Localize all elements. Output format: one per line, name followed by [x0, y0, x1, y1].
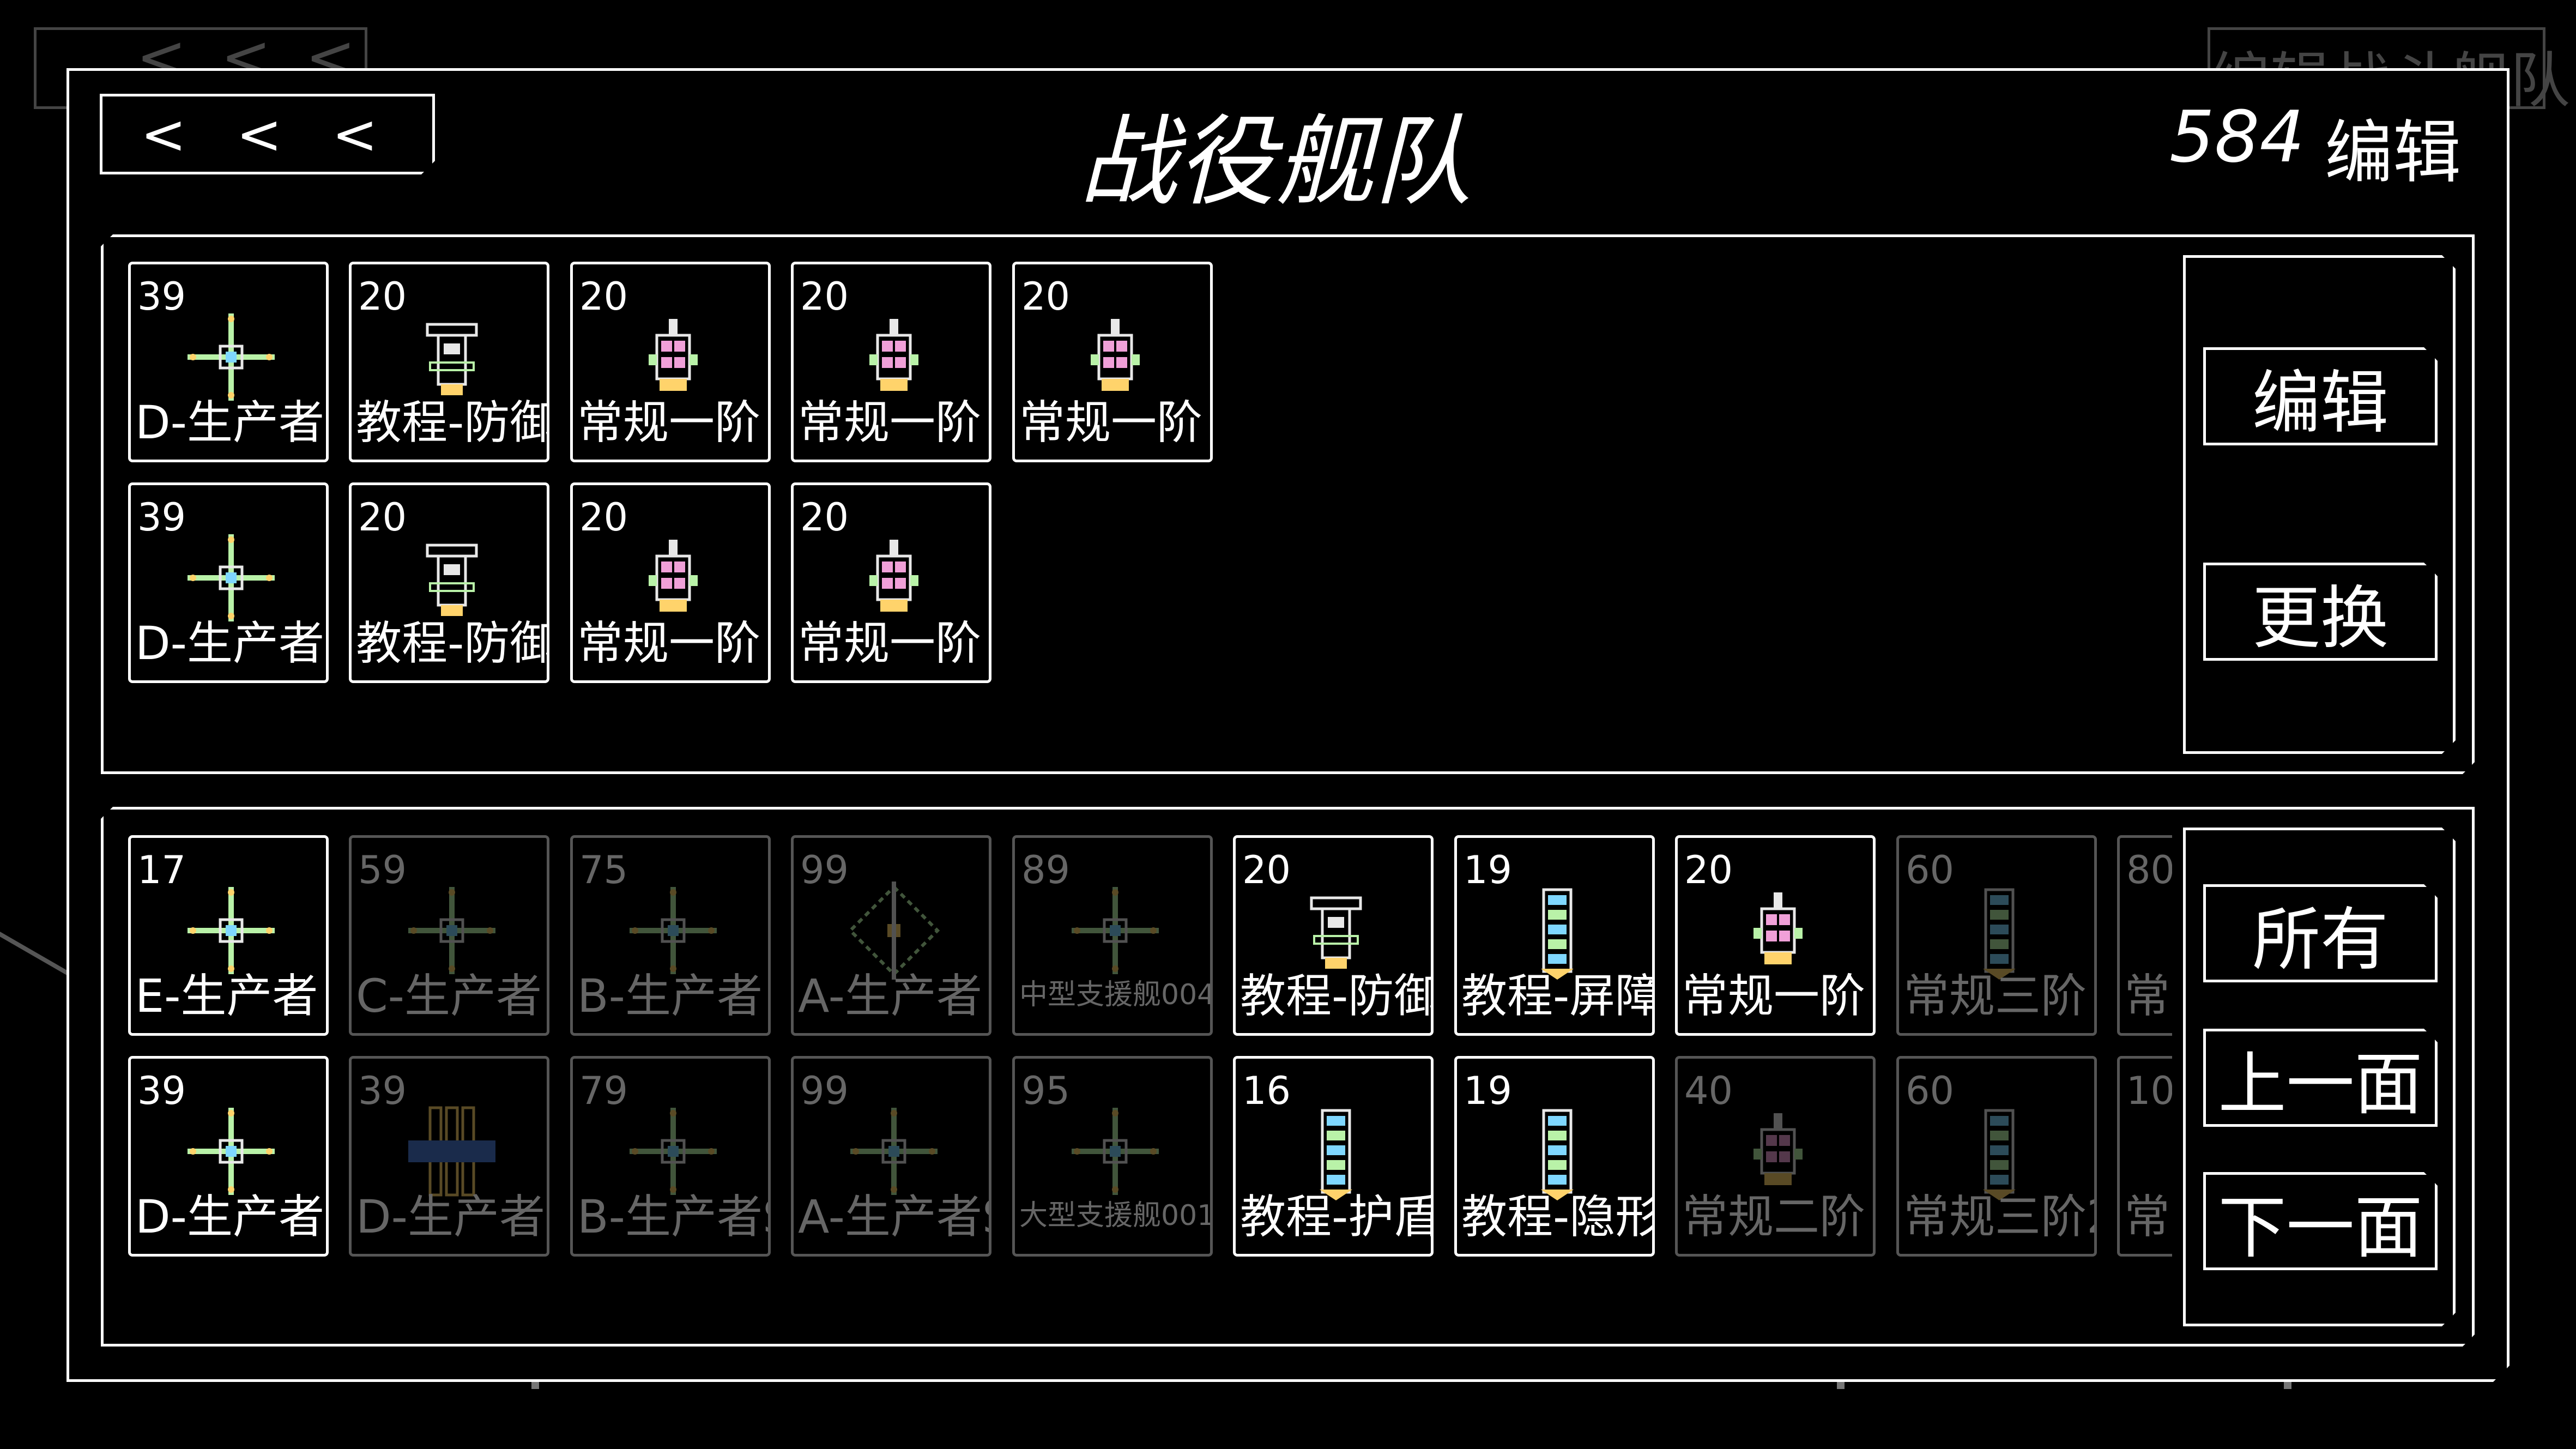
ship-name: D-生产者: [135, 1190, 324, 1243]
storage-ship-card[interactable]: 99 A-生产者: [791, 835, 991, 1036]
next-page-button[interactable]: 下一面: [2203, 1172, 2438, 1270]
ship-name: D-生产者S: [356, 1190, 547, 1243]
ship-name: 大型支援舰001: [1019, 1199, 1213, 1232]
storage-ship-card[interactable]: 17 E-生产者: [128, 835, 329, 1036]
prev-page-button[interactable]: 上一面: [2203, 1029, 2438, 1127]
storage-ship-card[interactable]: 19 教程-屏障: [1454, 835, 1655, 1036]
storage-ship-card[interactable]: 20 常规一阶: [1675, 835, 1876, 1036]
storage-ship-card[interactable]: 80 常: [2117, 835, 2172, 1036]
ship-name: 常规二阶: [1682, 1190, 1866, 1243]
resource-count: 584: [2169, 95, 2305, 178]
ship-name: 教程-隐形: [1461, 1190, 1655, 1243]
ship-name: C-生产者: [356, 969, 542, 1023]
ship-name: B-生产者S: [577, 1190, 771, 1243]
storage-ship-card[interactable]: 19 教程-隐形: [1454, 1056, 1655, 1257]
storage-ship-card[interactable]: 60 常规三阶2: [1896, 1056, 2097, 1257]
storage-ship-card[interactable]: 39D-生产者S: [349, 1056, 549, 1257]
ship-level: 10: [2126, 1068, 2172, 1113]
swap-button[interactable]: 更换: [2203, 563, 2438, 661]
ship-name: 常规三阶2: [1903, 1190, 2097, 1243]
storage-ship-card[interactable]: 16 教程-护盾: [1233, 1056, 1434, 1257]
ship-name: 常规一阶: [1682, 969, 1866, 1023]
ship-name: A-生产者S: [798, 1190, 991, 1243]
ship-name: 教程-屏障: [1461, 969, 1655, 1023]
edit-label: 编辑: [2325, 113, 2461, 192]
ship-level: 80: [2126, 848, 2172, 892]
ship-name: 常规三阶: [1903, 969, 2087, 1023]
ship-name: 常: [2124, 1190, 2170, 1243]
ship-name: 教程-护盾: [1240, 1190, 1434, 1243]
ship-name: 常: [2124, 969, 2170, 1023]
storage-card-grid: 17 E-生产者 59 C-生产者 75 B-生产者 99 A-生产者 89 中型支援舰004 20…: [0, 0, 2172, 1449]
storage-ship-card[interactable]: 79 B-生产者S: [570, 1056, 771, 1257]
storage-ship-card[interactable]: 89 中型支援舰004: [1012, 835, 1213, 1036]
storage-ship-card[interactable]: 60 常规三阶: [1896, 835, 2097, 1036]
ship-name: 中型支援舰004: [1019, 979, 1213, 1011]
storage-ship-card[interactable]: 10 常: [2117, 1056, 2172, 1257]
storage-ship-card[interactable]: 20 教程-防御: [1233, 835, 1434, 1036]
ship-name: B-生产者: [577, 969, 763, 1023]
ship-name: A-生产者: [798, 969, 982, 1023]
storage-ship-card[interactable]: 95 大型支援舰001: [1012, 1056, 1213, 1257]
storage-ship-card[interactable]: 39 D-生产者: [128, 1056, 329, 1257]
filter-all-button[interactable]: 所有: [2203, 884, 2438, 982]
storage-ship-card[interactable]: 40 常规二阶: [1675, 1056, 1876, 1257]
storage-ship-card[interactable]: 99 A-生产者S: [791, 1056, 991, 1257]
storage-ship-card[interactable]: 59 C-生产者: [349, 835, 549, 1036]
fleet-side-panel: [2183, 255, 2456, 754]
edit-fleet-button[interactable]: 编辑: [2203, 347, 2438, 445]
storage-ship-card[interactable]: 75 B-生产者: [570, 835, 771, 1036]
ship-name: E-生产者: [135, 969, 318, 1023]
ship-name: 教程-防御: [1240, 969, 1434, 1023]
